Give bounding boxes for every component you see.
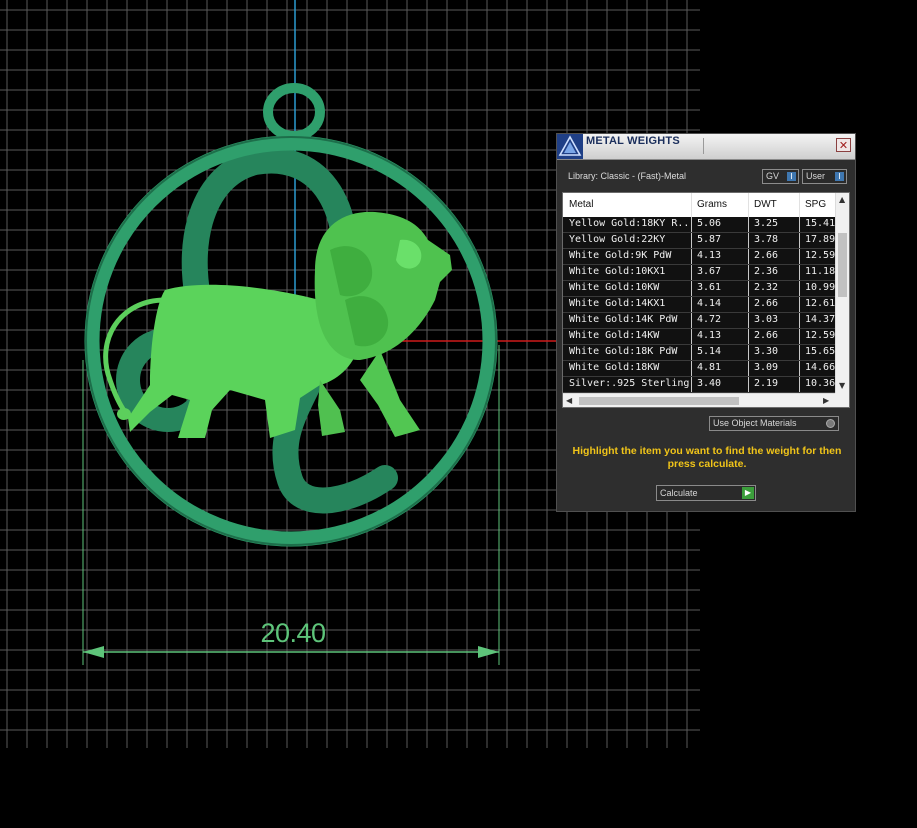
grams-cell: 5.06 xyxy=(697,218,722,229)
scrollbar-corner xyxy=(835,393,849,407)
spg-cell: 11.18 xyxy=(805,266,835,277)
column-divider xyxy=(748,193,749,217)
close-icon[interactable]: ✕ xyxy=(836,138,851,152)
table-row[interactable]: White Gold:18KW 4.81 3.09 14.66 xyxy=(563,361,835,377)
title-divider xyxy=(703,138,704,154)
app-logo-icon xyxy=(557,134,583,159)
table-row[interactable]: White Gold:14KX1 4.14 2.66 12.61 xyxy=(563,297,835,313)
scroll-right-icon[interactable]: ▶ xyxy=(823,396,829,405)
metal-name-cell: White Gold:14K PdW xyxy=(569,314,678,325)
table-row[interactable]: White Gold:9K PdW 4.13 2.66 12.59 xyxy=(563,249,835,265)
table-row[interactable]: Silver:.925 Sterling 3.40 2.19 10.36 xyxy=(563,377,835,393)
user-toggle-button[interactable]: User I xyxy=(802,169,847,184)
table-row[interactable]: Yellow Gold:22KY 5.87 3.78 17.89 xyxy=(563,233,835,249)
library-label: Library: Classic - (Fast)-Metal xyxy=(568,171,687,181)
instruction-text: Highlight the item you want to find the … xyxy=(572,445,842,470)
metal-name-cell: White Gold:18K PdW xyxy=(569,346,678,357)
spg-cell: 14.66 xyxy=(805,362,835,373)
metal-name-cell: Silver:.925 Sterling xyxy=(569,378,690,389)
radio-indicator-icon xyxy=(826,419,835,428)
table-row[interactable]: White Gold:10KX1 3.67 2.36 11.18 xyxy=(563,265,835,281)
spg-cell: 12.59 xyxy=(805,330,835,341)
metal-name-cell: White Gold:18KW xyxy=(569,362,660,373)
lion-figure xyxy=(103,211,452,438)
metal-name-cell: Yellow Gold:22KY xyxy=(569,234,666,245)
dwt-cell: 3.78 xyxy=(754,234,779,245)
column-divider xyxy=(799,193,800,217)
dwt-cell: 2.36 xyxy=(754,266,779,277)
grams-cell: 4.13 xyxy=(697,250,722,261)
toggle-indicator-icon: I xyxy=(787,172,796,181)
grams-cell: 3.67 xyxy=(697,266,722,277)
grams-cell: 3.40 xyxy=(697,378,722,389)
grams-cell: 4.14 xyxy=(697,298,722,309)
spg-cell: 10.36 xyxy=(805,378,835,389)
table-rows: Yellow Gold:18KY R... 5.06 3.25 15.41 Yellow… xyxy=(563,217,835,393)
grams-cell: 5.14 xyxy=(697,346,722,357)
table-row[interactable]: Yellow Gold:18KY R... 5.06 3.25 15.41 xyxy=(563,217,835,233)
dimension-value: 20.40 xyxy=(260,618,326,648)
table-row[interactable]: White Gold:14K PdW 4.72 3.03 14.37 xyxy=(563,313,835,329)
column-header-metal[interactable]: Metal xyxy=(569,199,593,210)
horizontal-scroll-thumb[interactable] xyxy=(579,397,739,405)
use-object-materials-button[interactable]: Use Object Materials xyxy=(709,416,839,431)
spg-cell: 12.59 xyxy=(805,250,835,261)
calculate-label: Calculate xyxy=(660,488,698,498)
scroll-left-icon[interactable]: ◀ xyxy=(566,396,572,405)
metal-name-cell: White Gold:10KX1 xyxy=(569,266,666,277)
panel-title: METAL WEIGHTS xyxy=(586,135,680,147)
column-header-dwt[interactable]: DWT xyxy=(754,199,777,210)
metal-name-cell: White Gold:14KX1 xyxy=(569,298,666,309)
gv-toggle-button[interactable]: GV I xyxy=(762,169,799,184)
metal-name-cell: White Gold:14KW xyxy=(569,330,660,341)
spg-cell: 12.61 xyxy=(805,298,835,309)
dwt-cell: 3.09 xyxy=(754,362,779,373)
dwt-cell: 2.66 xyxy=(754,250,779,261)
dwt-cell: 2.19 xyxy=(754,378,779,389)
spg-cell: 15.65 xyxy=(805,346,835,357)
horizontal-scrollbar[interactable]: ◀ ▶ xyxy=(563,393,835,407)
dwt-cell: 3.25 xyxy=(754,218,779,229)
table-row[interactable]: White Gold:14KW 4.13 2.66 12.59 xyxy=(563,329,835,345)
vertical-scrollbar[interactable]: ▲ ▼ xyxy=(835,193,849,393)
grams-cell: 5.87 xyxy=(697,234,722,245)
spg-cell: 14.37 xyxy=(805,314,835,325)
spg-cell: 17.89 xyxy=(805,234,835,245)
grams-cell: 3.61 xyxy=(697,282,722,293)
table-row[interactable]: White Gold:18K PdW 5.14 3.30 15.65 xyxy=(563,345,835,361)
column-header-grams[interactable]: Grams xyxy=(697,199,727,210)
metal-name-cell: Yellow Gold:18KY R... xyxy=(569,218,691,229)
dwt-cell: 2.66 xyxy=(754,330,779,341)
cad-viewport[interactable]: 20.40 METAL WEIGHTS ✕ Library: Classic -… xyxy=(0,0,917,828)
dwt-cell: 3.30 xyxy=(754,346,779,357)
dwt-cell: 2.66 xyxy=(754,298,779,309)
column-divider xyxy=(691,193,692,217)
toggle-indicator-icon: I xyxy=(835,172,844,181)
use-object-materials-label: Use Object Materials xyxy=(713,418,797,428)
metal-weights-panel: METAL WEIGHTS ✕ Library: Classic - (Fast… xyxy=(556,133,856,512)
table-body: Yellow Gold:18KY R... 5.06 3.25 15.41 Yellow… xyxy=(563,217,835,393)
scroll-down-icon[interactable]: ▼ xyxy=(839,381,845,390)
vertical-scroll-thumb[interactable] xyxy=(838,233,847,297)
column-header-spg[interactable]: SPG xyxy=(805,199,826,210)
grams-cell: 4.81 xyxy=(697,362,722,373)
scroll-up-icon[interactable]: ▲ xyxy=(839,195,845,204)
table-header: Metal Grams DWT SPG xyxy=(563,193,835,218)
user-toggle-label: User xyxy=(806,171,826,181)
spg-cell: 10.99 xyxy=(805,282,835,293)
calculate-button[interactable]: Calculate ▶ xyxy=(656,485,756,501)
metal-name-cell: White Gold:9K PdW xyxy=(569,250,672,261)
metal-name-cell: White Gold:10KW xyxy=(569,282,660,293)
metal-table[interactable]: Metal Grams DWT SPG Yellow Gold:18KY R..… xyxy=(562,192,850,408)
grams-cell: 4.13 xyxy=(697,330,722,341)
dwt-cell: 3.03 xyxy=(754,314,779,325)
panel-titlebar[interactable]: METAL WEIGHTS ✕ xyxy=(557,134,855,160)
grams-cell: 4.72 xyxy=(697,314,722,325)
play-arrow-icon: ▶ xyxy=(742,487,754,499)
pendant-bail xyxy=(263,83,325,141)
gv-toggle-label: GV xyxy=(766,171,780,181)
spg-cell: 15.41 xyxy=(805,218,835,229)
dwt-cell: 2.32 xyxy=(754,282,779,293)
table-row[interactable]: White Gold:10KW 3.61 2.32 10.99 xyxy=(563,281,835,297)
